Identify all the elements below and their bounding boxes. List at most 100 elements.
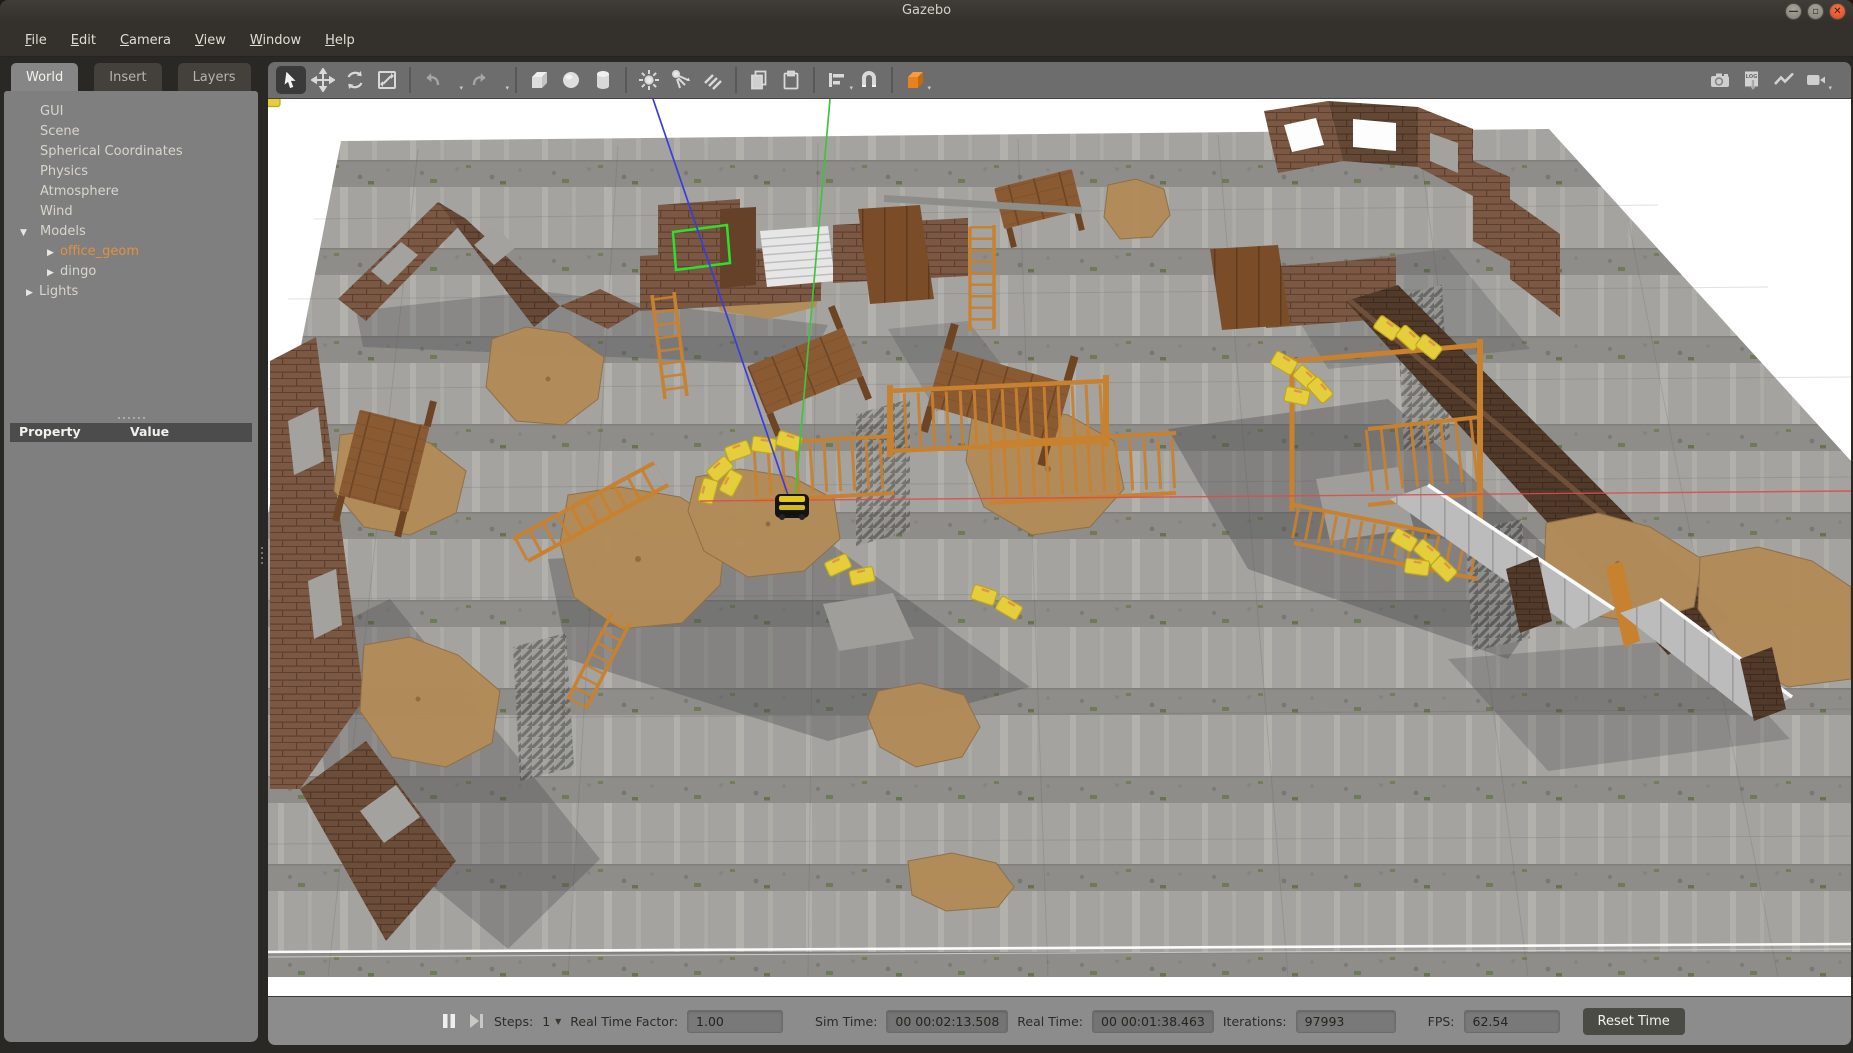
render-viewport[interactable] [268,99,1851,996]
render-toolbar: ▾ ▾ ▾ ▾ LOG ▾ [268,62,1851,99]
undo-button[interactable] [418,66,448,94]
stairs-ramp[interactable] [760,226,835,287]
insert-sphere-button[interactable] [556,66,586,94]
expand-arrow-icon[interactable]: ▶ [26,283,33,303]
move-icon [311,68,335,92]
left-splitter-handle[interactable] [259,540,265,570]
snap-button[interactable] [854,66,884,94]
rtf-label: Real Time Factor: [570,1013,679,1029]
menu-view[interactable]: View [195,33,226,48]
view-angle-cube-icon [908,72,923,88]
spot-light-icon [672,70,690,89]
translate-tool-button[interactable] [308,66,338,94]
steps-value[interactable]: 1 [542,1014,550,1029]
tree-item-wind[interactable]: Wind [4,202,258,222]
chevron-down-icon: ▾ [505,84,509,92]
insert-box-button[interactable] [524,66,554,94]
menubar: File Edit Camera View Window Help [0,24,1853,57]
sim-time-label: Sim Time: [815,1013,878,1029]
video-record-button[interactable]: ▾ [1801,66,1832,94]
tree-item-models[interactable]: ▼ Models [4,222,258,242]
cursor-icon [284,71,296,89]
pause-button[interactable] [440,1013,458,1029]
point-light-button[interactable] [634,66,664,94]
titlebar[interactable]: Gazebo — ▫ ✕ [0,0,1853,24]
redo-history-button[interactable]: ▾ [496,66,509,94]
undo-history-button[interactable]: ▾ [450,66,463,94]
log-record-button[interactable]: LOG [1737,66,1767,94]
tree-item-lights[interactable]: ▶ Lights [4,282,258,302]
tree-item-gui[interactable]: GUI [4,102,258,122]
tree-item-spherical-coordinates[interactable]: Spherical Coordinates [4,142,258,162]
world-panel: GUI Scene Spherical Coordinates Physics … [4,91,258,1042]
step-forward-icon [470,1014,483,1028]
tab-layers[interactable]: Layers [176,62,252,92]
tab-insert[interactable]: Insert [93,62,163,92]
menu-window[interactable]: Window [250,33,301,48]
chevron-down-icon[interactable]: ▼ [555,1017,561,1026]
menu-file[interactable]: File [25,33,47,48]
expand-arrow-icon[interactable]: ▼ [20,223,27,243]
magnet-icon [862,71,876,87]
steps-label: Steps: [494,1013,534,1029]
reset-time-button[interactable]: Reset Time [1582,1007,1685,1035]
chevron-down-icon: ▾ [1828,84,1832,92]
menu-help[interactable]: Help [325,33,355,48]
close-button[interactable]: ✕ [1829,3,1846,20]
directional-light-icon [704,74,722,90]
maximize-button[interactable]: ▫ [1807,3,1824,20]
camera-icon [1711,73,1729,87]
select-tool-button[interactable] [276,66,306,94]
copy-icon [751,70,767,90]
sphere-icon [563,72,579,88]
align-button[interactable]: ▾ [822,66,853,94]
paste-button[interactable] [776,66,806,94]
rotate-icon [347,71,363,89]
tree-item-office-geom[interactable]: ▶ office_geom [4,242,258,262]
sim-time-field: 00 00:02:13.508 [886,1009,1009,1033]
screenshot-button[interactable] [1705,66,1735,94]
svg-text:LOG: LOG [1746,74,1758,80]
scene-3d[interactable] [268,99,1851,996]
value-column-header: Value [130,424,170,439]
iterations-field: 97993 [1295,1009,1396,1033]
property-column-header: Property [19,424,81,439]
rotate-tool-button[interactable] [340,66,370,94]
tree-item-dingo[interactable]: ▶ dingo [4,262,258,282]
expand-arrow-icon[interactable]: ▶ [47,263,54,283]
chevron-down-icon: ▾ [459,84,463,92]
view-angle-button[interactable]: ▾ [900,66,931,94]
menu-camera[interactable]: Camera [120,33,171,48]
menu-edit[interactable]: Edit [71,33,96,48]
tree-item-scene[interactable]: Scene [4,122,258,142]
plot-button[interactable] [1769,66,1799,94]
panel-splitter[interactable] [4,413,258,423]
real-time-field: 00 00:01:38.463 [1092,1009,1214,1033]
redo-icon [472,73,486,86]
expand-arrow-icon[interactable]: ▶ [47,243,54,263]
step-button[interactable] [467,1013,485,1029]
directional-light-button[interactable] [698,66,728,94]
tree-item-physics[interactable]: Physics [4,162,258,182]
minimize-button[interactable]: — [1785,3,1802,20]
scale-icon [378,71,396,89]
tree-item-atmosphere[interactable]: Atmosphere [4,182,258,202]
pause-icon [443,1014,455,1028]
viewport-column: ▾ ▾ ▾ ▾ LOG ▾ Steps: 1 ▼ Real Time Facto… [268,62,1851,1045]
align-icon [829,73,844,87]
property-table-body[interactable] [4,442,258,1042]
real-time-label: Real Time: [1017,1013,1084,1029]
box-icon [532,72,547,88]
dingo-robot[interactable] [775,494,809,520]
redo-button[interactable] [464,66,494,94]
property-table-header: Property Value [10,423,252,442]
fps-label: FPS: [1427,1013,1455,1029]
insert-cylinder-button[interactable] [588,66,618,94]
gazebo-window: Gazebo — ▫ ✕ File Edit Camera View Windo… [0,0,1853,1053]
panel-tabs: World Insert Layers [10,62,252,92]
tab-world[interactable]: World [10,62,80,92]
copy-button[interactable] [744,66,774,94]
scale-tool-button[interactable] [372,66,402,94]
spot-light-button[interactable] [666,66,696,94]
window-title: Gazebo [901,3,952,18]
